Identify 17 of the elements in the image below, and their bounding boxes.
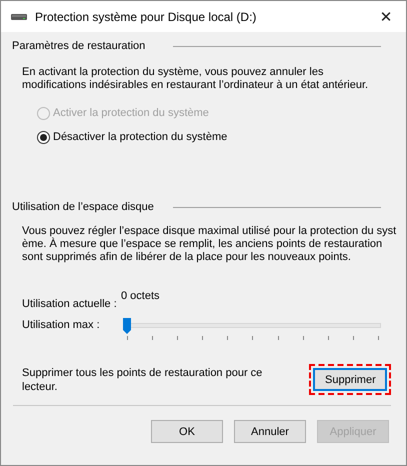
max-usage-label: Utilisation max : bbox=[22, 319, 101, 331]
dialog-button[interactable]: Annuler bbox=[234, 420, 306, 443]
description-text: En activant la protection du système, vous pouvez annuler les modifications indésirables en restaurant l’ordinateur à un état antérieur. bbox=[22, 66, 370, 92]
dialog-button[interactable]: OK bbox=[151, 420, 223, 443]
current-usage-value: 0 octets bbox=[121, 290, 160, 302]
delete-description: Supprimer tous les points de restauration pour ce lecteur. bbox=[22, 366, 264, 394]
slider-thumb[interactable] bbox=[123, 318, 131, 334]
section-heading: Utilisation de l’espace disque bbox=[12, 201, 154, 213]
radio-button[interactable] bbox=[37, 130, 50, 144]
window-title: Protection système pour Disque local (D:) bbox=[35, 10, 258, 24]
description-text: Vous pouvez régler l’espace disque maximal utilisé pour la protection du syst ème. À mesure que l’espace se remplit, les anciens points de restauration sont supprimés afin de libérer de la place pour les nouveaux points. bbox=[22, 225, 395, 264]
current-usage-label: Utilisation actuelle : bbox=[22, 298, 117, 310]
delete-button[interactable]: Supprimer bbox=[313, 368, 387, 391]
drive-icon bbox=[11, 12, 27, 20]
radio-option[interactable]: Désactiver la protection du système bbox=[37, 130, 395, 144]
section-heading: Paramètres de restauration bbox=[12, 40, 146, 52]
close-button[interactable]: ✕ bbox=[366, 1, 406, 32]
